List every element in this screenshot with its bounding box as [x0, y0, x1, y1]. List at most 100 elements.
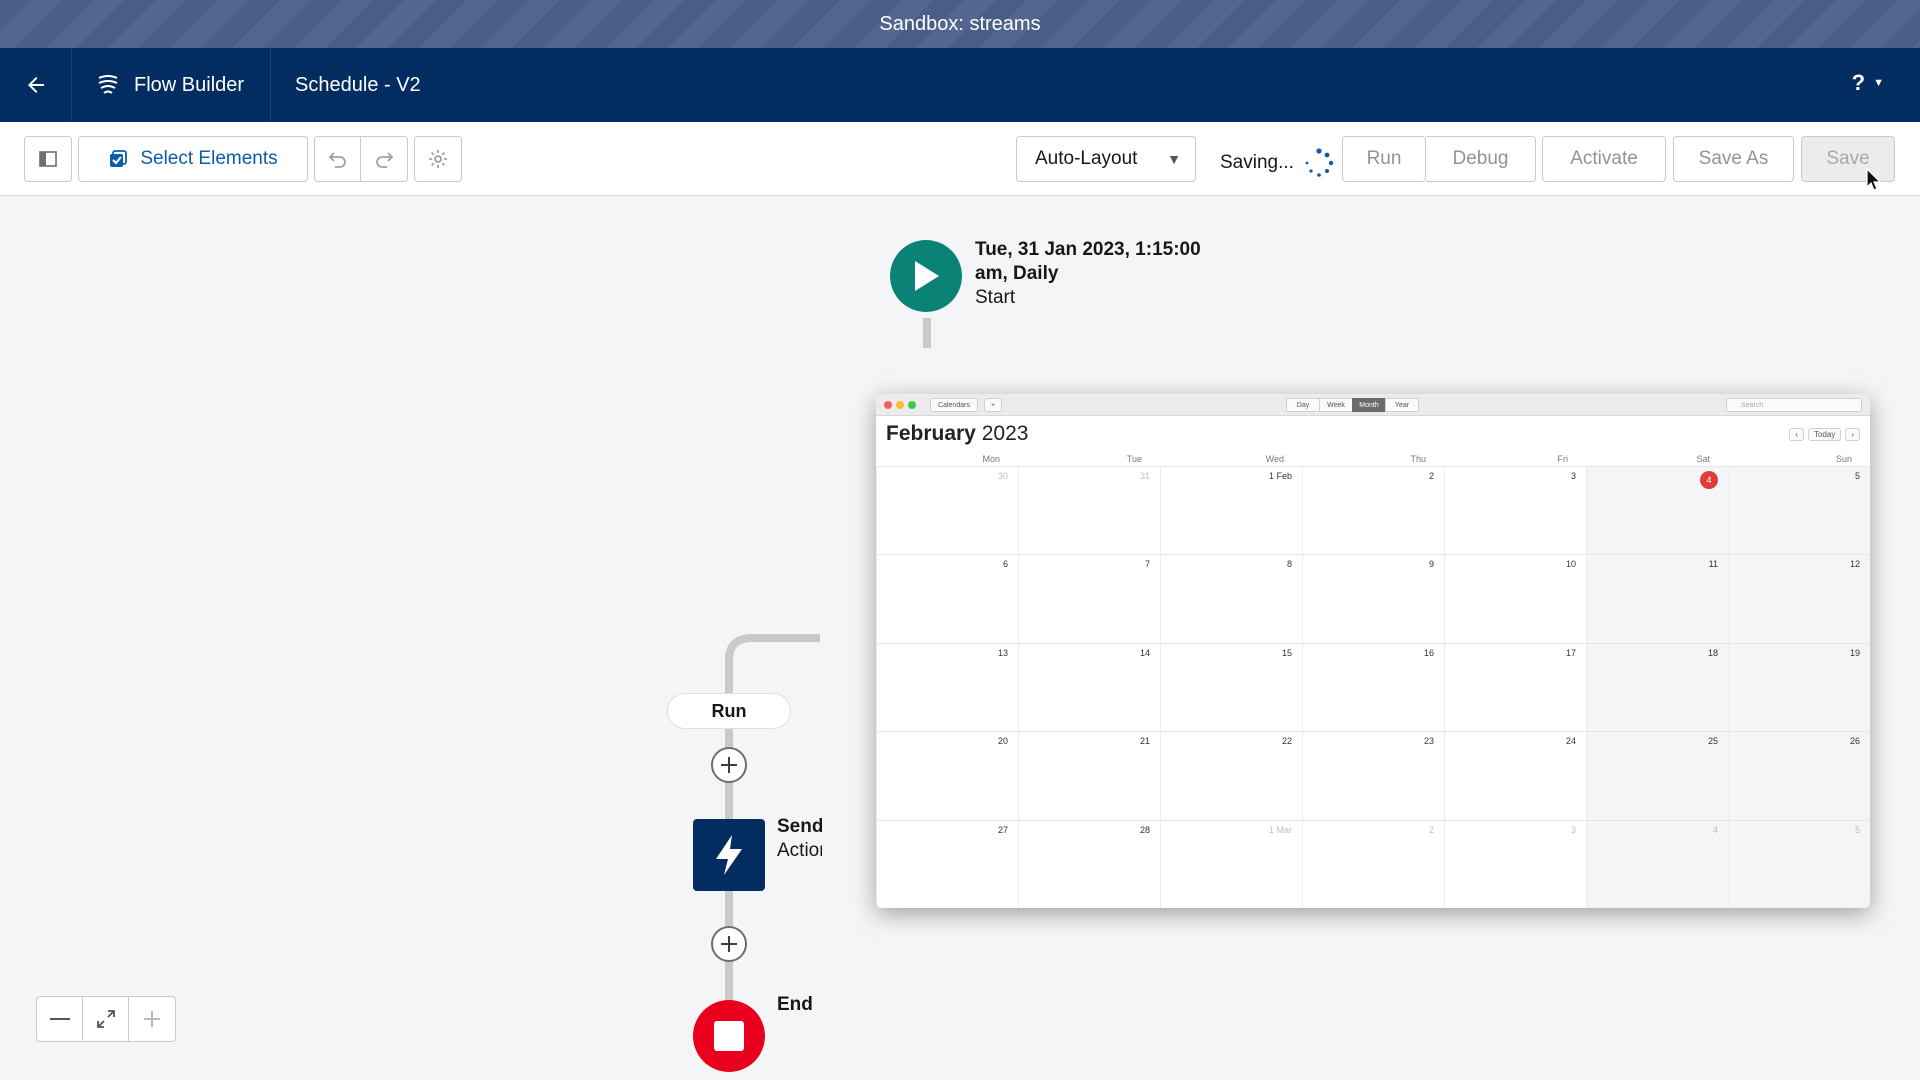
- toggle-panel-button[interactable]: [24, 136, 72, 182]
- chevron-right-icon[interactable]: ›: [1845, 428, 1860, 441]
- calendar-day-cell[interactable]: 3: [1444, 819, 1586, 908]
- action-node-label: Send Action: [777, 815, 822, 863]
- app-name: Flow Builder: [134, 73, 245, 96]
- calendar-day-cell[interactable]: 7: [1018, 554, 1160, 643]
- run-path-text: Run: [711, 700, 747, 721]
- calendar-day-cell[interactable]: 20: [876, 731, 1018, 820]
- weekday-header: Tue: [1126, 454, 1142, 464]
- calendar-day-cell[interactable]: 16: [1302, 642, 1444, 732]
- calendar-day-cell[interactable]: 2: [1302, 466, 1444, 555]
- undo-icon: [328, 152, 346, 168]
- activate-button[interactable]: Activate: [1542, 136, 1666, 182]
- zoom-in-button[interactable]: [129, 997, 175, 1041]
- calendar-day-cell[interactable]: 23: [1302, 731, 1444, 820]
- calendar-day-cell[interactable]: 1 Mar: [1160, 819, 1302, 908]
- select-elements-button[interactable]: Select Elements: [78, 136, 308, 182]
- chevron-left-icon[interactable]: ‹: [1789, 428, 1804, 441]
- calendar-day-cell[interactable]: 12: [1728, 554, 1870, 643]
- calendar-day-cell[interactable]: 4: [1586, 819, 1728, 908]
- action-node[interactable]: [693, 819, 765, 891]
- calendar-day-number: 15: [1281, 647, 1292, 658]
- weekday-header: Sat: [1696, 454, 1710, 464]
- calendar-month-title: February 2023: [886, 422, 1028, 446]
- panel-icon: [39, 151, 57, 167]
- today-button[interactable]: Today: [1807, 428, 1842, 441]
- calendar-day-cell[interactable]: 31: [1018, 466, 1160, 555]
- calendar-search-input[interactable]: Search: [1726, 398, 1862, 412]
- calendar-day-number: 28: [1139, 824, 1150, 835]
- calendar-day-number: 8: [1286, 559, 1292, 570]
- zoom-window-icon[interactable]: [908, 401, 916, 409]
- calendar-day-cell[interactable]: 9: [1302, 554, 1444, 643]
- calendar-month: February: [886, 422, 976, 445]
- add-element-button[interactable]: [711, 747, 747, 783]
- calendar-day-number: 3: [1570, 471, 1576, 481]
- calendar-day-cell[interactable]: 21: [1018, 731, 1160, 820]
- debug-label: Debug: [1452, 148, 1509, 169]
- view-day-button[interactable]: Day: [1286, 398, 1320, 412]
- run-label: Run: [1366, 148, 1402, 169]
- view-week-button[interactable]: Week: [1319, 398, 1353, 412]
- save-as-label: Save As: [1698, 148, 1769, 169]
- help-menu-button[interactable]: ? ▼: [1852, 70, 1884, 96]
- calendar-day-cell[interactable]: 2: [1302, 819, 1444, 908]
- calendar-day-cell[interactable]: 4: [1586, 466, 1728, 555]
- calendar-day-cell[interactable]: 22: [1160, 731, 1302, 820]
- calendar-day-cell[interactable]: 11: [1586, 554, 1728, 643]
- calendar-nav: ‹ Today ›: [1789, 428, 1860, 441]
- calendar-day-cell[interactable]: 5: [1728, 819, 1870, 908]
- calendar-day-number: 31: [1139, 471, 1150, 481]
- calendar-day-cell[interactable]: 6: [876, 554, 1018, 643]
- debug-button[interactable]: Debug: [1426, 136, 1536, 182]
- calendar-day-cell[interactable]: 17: [1444, 642, 1586, 732]
- add-event-button[interactable]: +: [984, 398, 1002, 412]
- calendar-day-cell[interactable]: 28: [1018, 819, 1160, 908]
- calendar-day-cell[interactable]: 15: [1160, 642, 1302, 732]
- add-element-button[interactable]: [711, 926, 747, 962]
- end-node[interactable]: [693, 1000, 765, 1072]
- calendar-day-number: 12: [1849, 559, 1860, 570]
- action-label-line1: Send: [777, 816, 822, 837]
- run-button[interactable]: Run: [1342, 136, 1426, 182]
- minimize-window-icon[interactable]: [896, 401, 904, 409]
- calendar-day-cell[interactable]: 3: [1444, 466, 1586, 555]
- calendar-day-cell[interactable]: 18: [1586, 642, 1728, 732]
- calendar-day-number: 19: [1849, 647, 1860, 658]
- calendar-day-number: 3: [1570, 824, 1576, 835]
- close-window-icon[interactable]: [884, 401, 892, 409]
- calendar-day-cell[interactable]: 14: [1018, 642, 1160, 732]
- fit-to-view-button[interactable]: [83, 997, 129, 1041]
- back-button[interactable]: [0, 48, 72, 122]
- calendar-day-number: 17: [1565, 647, 1576, 658]
- calendar-day-cell[interactable]: 26: [1728, 731, 1870, 820]
- calendar-day-cell[interactable]: 30: [876, 466, 1018, 555]
- calendar-day-number: 11: [1708, 559, 1718, 570]
- zoom-out-button[interactable]: [37, 997, 83, 1041]
- calendar-day-cell[interactable]: 13: [876, 642, 1018, 732]
- calendar-day-cell[interactable]: 24: [1444, 731, 1586, 820]
- calendar-day-number: 21: [1139, 736, 1150, 747]
- undo-button[interactable]: [315, 137, 361, 181]
- calendar-day-number: 24: [1565, 736, 1576, 747]
- calendar-day-cell[interactable]: 10: [1444, 554, 1586, 643]
- arrow-left-icon: [27, 77, 44, 93]
- calendar-day-cell[interactable]: 8: [1160, 554, 1302, 643]
- settings-button[interactable]: [414, 136, 462, 182]
- sandbox-label: Sandbox: streams: [879, 12, 1041, 35]
- calendar-day-number: 4: [1700, 471, 1718, 489]
- save-as-button[interactable]: Save As: [1673, 136, 1794, 182]
- chevron-down-icon: ▼: [1167, 151, 1181, 167]
- calendars-button[interactable]: Calendars: [930, 398, 978, 412]
- calendar-day-cell[interactable]: 25: [1586, 731, 1728, 820]
- app-launcher[interactable]: Flow Builder: [72, 48, 272, 122]
- start-node[interactable]: [890, 240, 962, 312]
- layout-select[interactable]: Auto-Layout ▼: [1016, 136, 1196, 182]
- calendar-day-number: 22: [1281, 736, 1292, 747]
- calendar-day-cell[interactable]: 27: [876, 819, 1018, 908]
- calendar-day-cell[interactable]: 5: [1728, 466, 1870, 555]
- calendar-day-cell[interactable]: 1 Feb: [1160, 466, 1302, 555]
- redo-button[interactable]: [361, 137, 407, 181]
- view-month-button[interactable]: Month: [1352, 398, 1386, 412]
- view-year-button[interactable]: Year: [1385, 398, 1419, 412]
- calendar-day-cell[interactable]: 19: [1728, 642, 1870, 732]
